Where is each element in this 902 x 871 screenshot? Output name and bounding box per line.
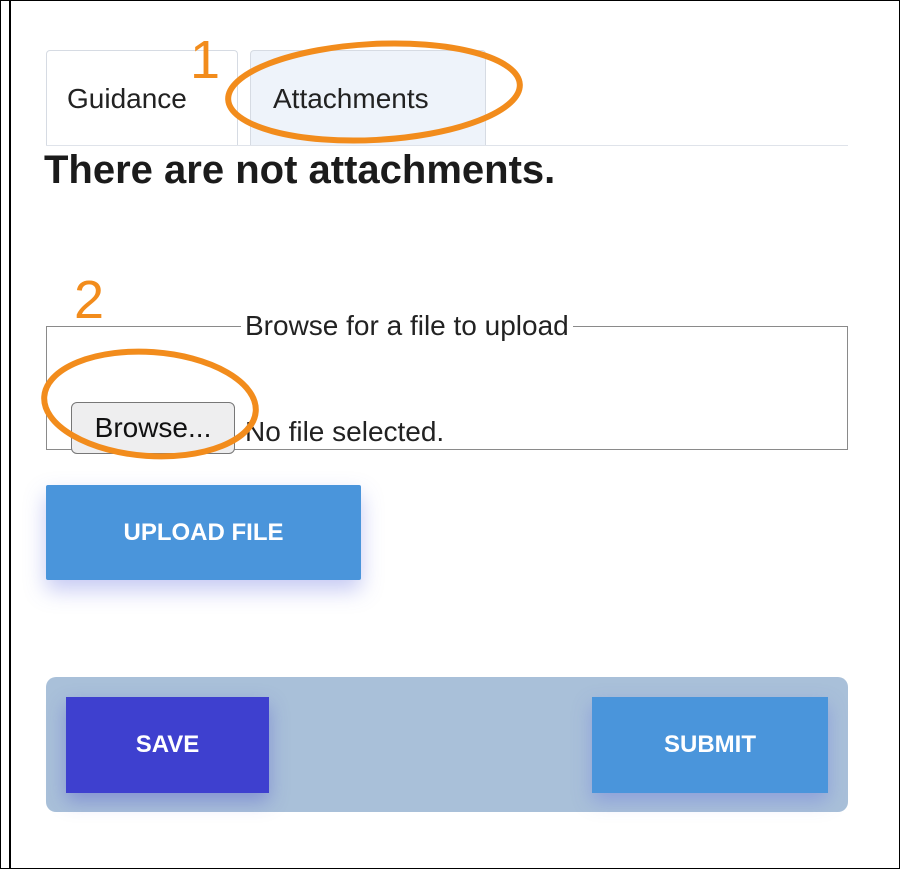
tab-attachments[interactable]: Attachments xyxy=(250,50,486,145)
file-upload-legend: Browse for a file to upload xyxy=(245,310,569,341)
tab-guidance-label: Guidance xyxy=(67,83,187,114)
save-button[interactable]: SAVE xyxy=(66,697,269,793)
upload-file-button[interactable]: UPLOAD FILE xyxy=(46,485,361,580)
action-bar: SAVE SUBMIT xyxy=(46,677,848,812)
tab-attachments-label: Attachments xyxy=(273,83,429,114)
window-edge xyxy=(9,1,11,868)
browse-button[interactable]: Browse... xyxy=(71,402,235,454)
file-status-text: No file selected. xyxy=(245,416,445,447)
submit-button[interactable]: SUBMIT xyxy=(592,697,828,793)
tab-bar: Guidance Attachments xyxy=(46,50,848,146)
tab-guidance[interactable]: Guidance xyxy=(46,50,238,145)
page-title: There are not attachments. xyxy=(44,148,556,192)
file-upload-fieldset: Browse for a file to upload Browse... No… xyxy=(46,310,848,454)
